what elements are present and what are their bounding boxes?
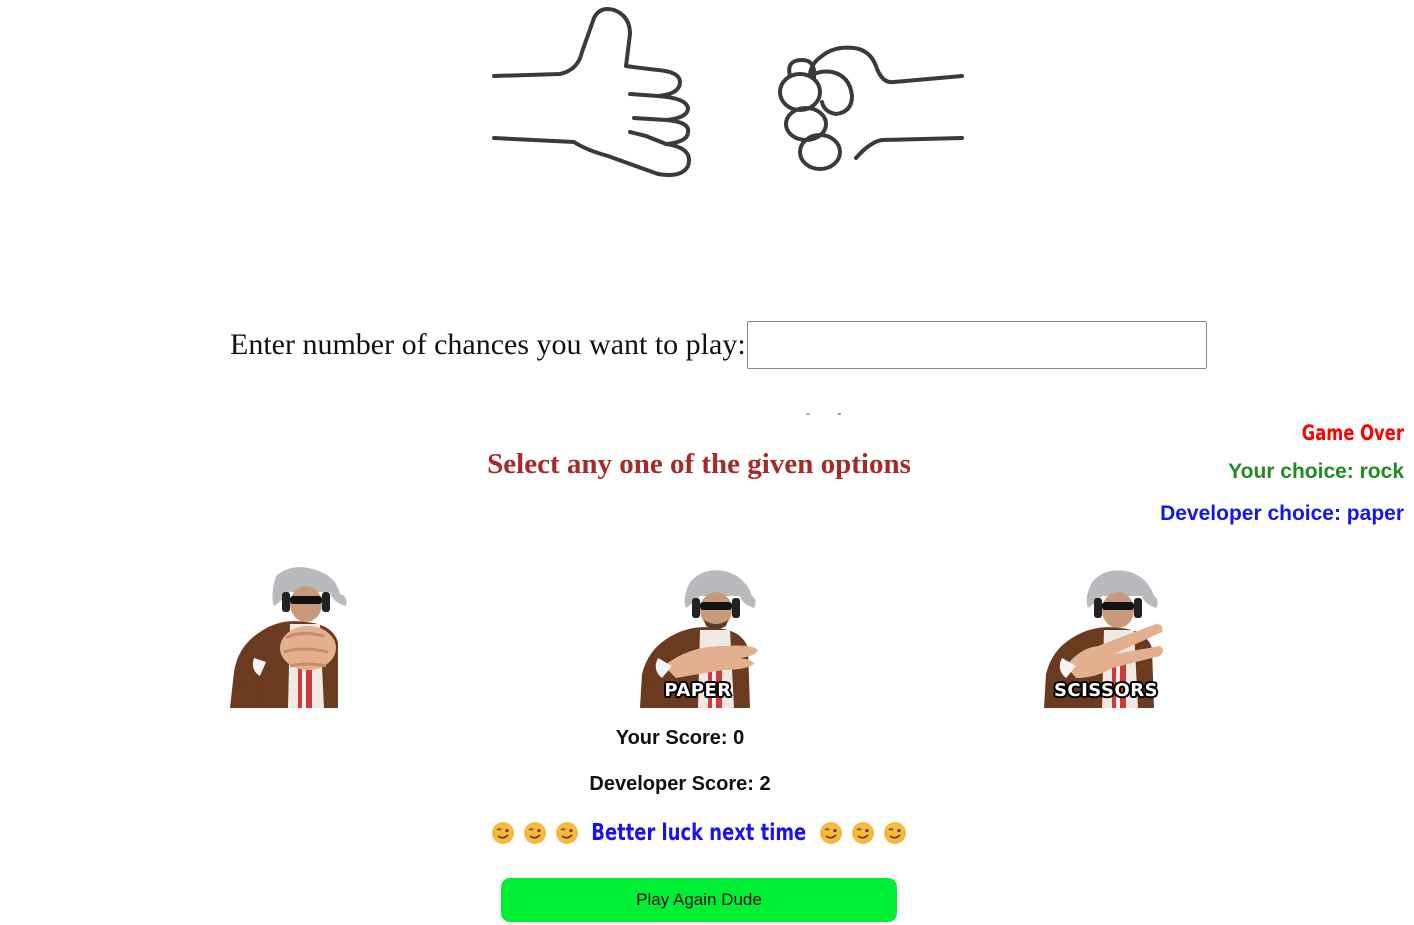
play-again-button[interactable]: Play Again Dude [501, 878, 897, 922]
winking-face-emoji-icon [851, 822, 874, 844]
your-score: Your Score: 0 [615, 727, 745, 749]
rock-option[interactable] [220, 562, 360, 710]
rock-paper-hands-logo [490, 4, 970, 184]
scissors-caption: SCISSORS [1053, 680, 1159, 701]
chances-label: Enter number of chances you want to play… [230, 328, 746, 361]
paper-option[interactable]: PAPER [628, 562, 768, 710]
game-over-status: Game Over [1301, 421, 1404, 445]
winking-face-emoji-icon [492, 822, 515, 844]
chances-input[interactable] [746, 321, 1207, 369]
winking-face-emoji-icon [556, 822, 579, 844]
paper-caption: PAPER [664, 680, 732, 701]
better-luck-message: Better luck next time [591, 820, 807, 846]
chances-row: Enter number of chances you want to play… [230, 319, 1207, 371]
status-dots: - - [806, 406, 854, 420]
winking-face-emoji-icon [819, 822, 842, 844]
rock-gesture-image [230, 567, 347, 708]
winking-face-emoji-icon [524, 822, 547, 844]
scissors-option[interactable]: SCISSORS [1036, 562, 1176, 710]
developer-score: Developer Score: 2 [589, 773, 771, 795]
your-choice-text: Your choice: rock [1228, 460, 1404, 483]
result-message-row: Better luck next time [0, 820, 1398, 846]
winking-face-emoji-icon [883, 822, 906, 844]
result-panel: Game Over Your choice: rock Developer ch… [1160, 418, 1404, 526]
developer-choice-text: Developer choice: paper [1160, 502, 1404, 525]
